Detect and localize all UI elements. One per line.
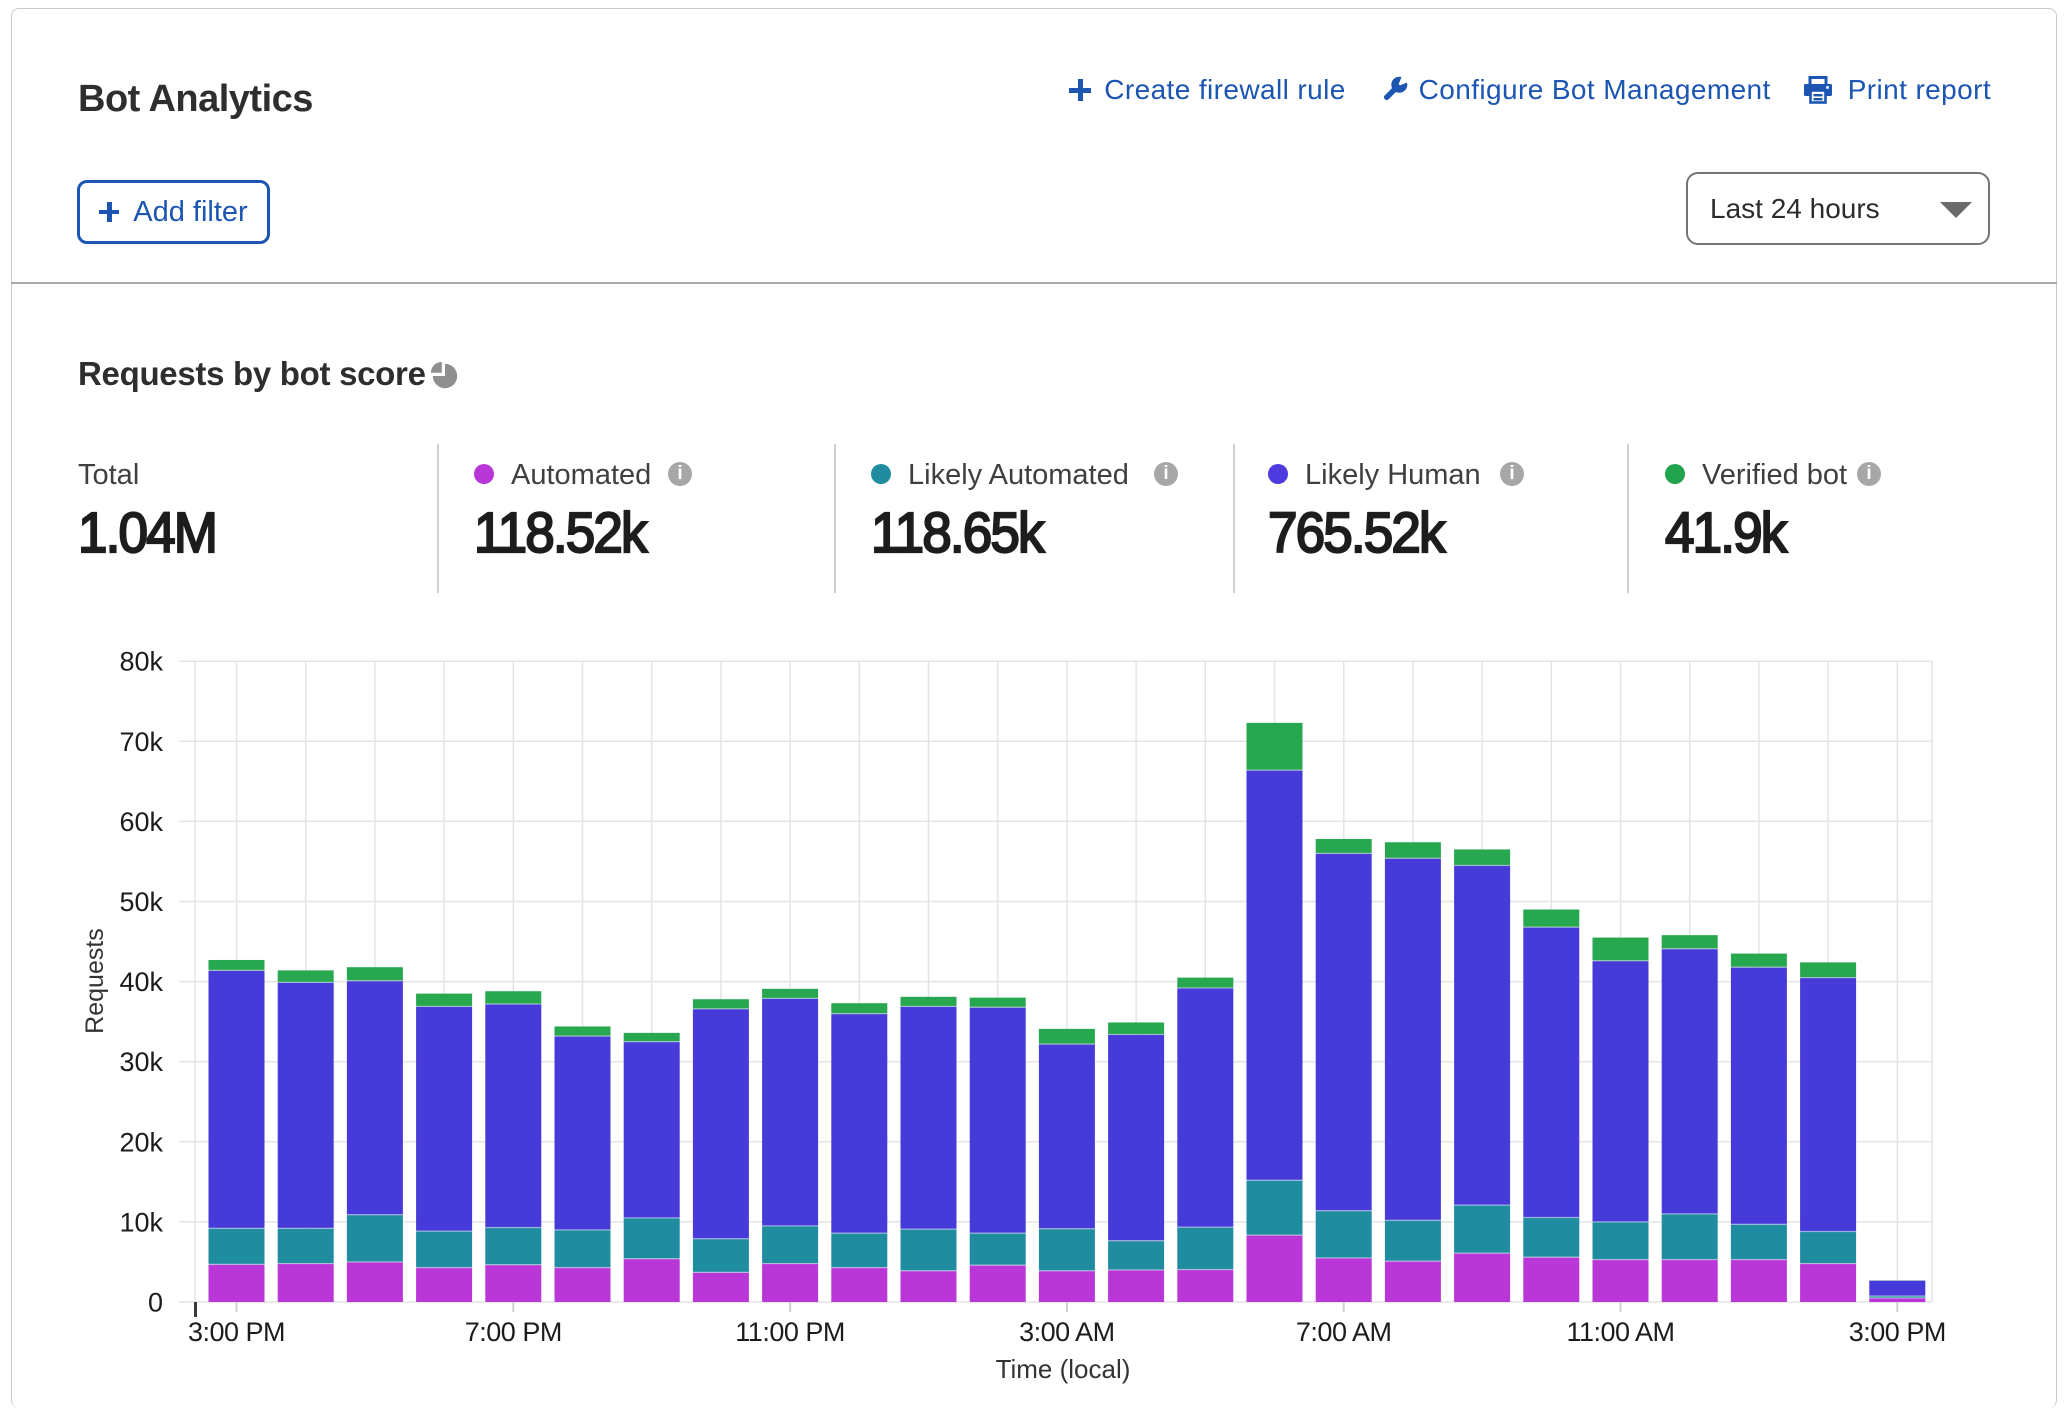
svg-text:3:00 AM: 3:00 AM	[1019, 1317, 1115, 1347]
svg-text:3:00 PM: 3:00 PM	[1849, 1317, 1946, 1347]
svg-text:60k: 60k	[119, 807, 163, 837]
svg-text:Time (local): Time (local)	[996, 1354, 1131, 1384]
svg-text:50k: 50k	[119, 887, 163, 917]
svg-text:40k: 40k	[119, 967, 163, 997]
svg-text:30k: 30k	[119, 1047, 163, 1077]
svg-text:11:00 AM: 11:00 AM	[1566, 1317, 1674, 1347]
svg-text:0: 0	[148, 1288, 163, 1318]
svg-text:70k: 70k	[119, 727, 163, 757]
svg-text:7:00 PM: 7:00 PM	[465, 1317, 562, 1347]
svg-text:7:00 AM: 7:00 AM	[1296, 1317, 1392, 1347]
svg-text:11:00 PM: 11:00 PM	[735, 1317, 845, 1347]
svg-text:Requests: Requests	[81, 928, 109, 1034]
svg-text:20k: 20k	[119, 1127, 163, 1157]
svg-text:3:00 PM: 3:00 PM	[188, 1317, 285, 1347]
svg-text:10k: 10k	[119, 1207, 163, 1237]
svg-text:80k: 80k	[119, 647, 163, 677]
